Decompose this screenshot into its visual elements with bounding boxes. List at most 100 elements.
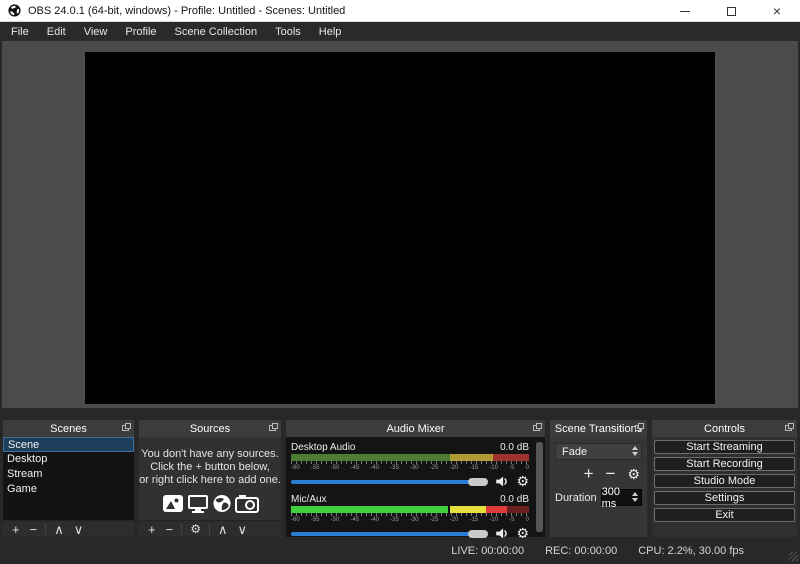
controls-button[interactable]: Start Recording bbox=[654, 457, 795, 471]
scene-up-button[interactable]: ∧ bbox=[49, 523, 69, 536]
duration-label: Duration bbox=[555, 491, 597, 504]
tick-label: -15 bbox=[469, 517, 479, 523]
menu-item[interactable]: View bbox=[75, 22, 117, 41]
scenes-panel: Scenes Scene Desktop Stream Game + − ∧ ∨ bbox=[3, 420, 134, 537]
sources-list-empty[interactable]: You don't have any sources. Click the + … bbox=[139, 437, 281, 520]
scene-transitions-body: Fade + − ⚙ Duration 300 ms bbox=[550, 437, 647, 537]
tick-label: -35 bbox=[390, 517, 399, 523]
volume-meter bbox=[291, 454, 529, 461]
volume-slider[interactable] bbox=[291, 477, 489, 486]
controls-panel-title: Controls bbox=[704, 422, 745, 435]
preview-canvas[interactable] bbox=[85, 52, 715, 404]
tick-label: -10 bbox=[489, 465, 498, 471]
window-title: OBS 24.0.1 (64-bit, windows) - Profile: … bbox=[28, 4, 346, 17]
sources-placeholder-text: You don't have any sources. Click the + … bbox=[139, 448, 281, 486]
sources-toolbar: + − ⚙ ∧ ∨ bbox=[139, 520, 281, 537]
scene-transitions-panel: Scene Transitions Fade + − ⚙ Duration 30… bbox=[550, 420, 647, 537]
window-controls: × bbox=[662, 0, 800, 22]
audio-mixer-body: Desktop Audio 0.0 dB -60 -55 -50 -45 -40 -35-… bbox=[286, 437, 545, 540]
transition-selected-value: Fade bbox=[562, 445, 588, 458]
browser-source-icon bbox=[212, 494, 231, 513]
scene-down-button[interactable]: ∨ bbox=[69, 523, 89, 536]
duration-spinbox[interactable]: 300 ms bbox=[600, 486, 642, 510]
channel-name: Mic/Aux bbox=[291, 493, 327, 505]
controls-panel-header[interactable]: Controls bbox=[652, 420, 797, 437]
tick-label: -60 bbox=[291, 465, 300, 471]
obs-logo-icon bbox=[8, 4, 21, 17]
sources-panel: Sources You don't have any sources. Clic… bbox=[139, 420, 281, 537]
tick-label: -45 bbox=[350, 465, 360, 471]
tick-label: -55 bbox=[310, 465, 320, 471]
controls-button[interactable]: Start Streaming bbox=[654, 440, 795, 454]
scene-item-game[interactable]: Game bbox=[3, 482, 134, 497]
mute-button[interactable] bbox=[495, 474, 510, 489]
source-down-button[interactable]: ∨ bbox=[232, 523, 252, 536]
scene-transitions-panel-header[interactable]: Scene Transitions bbox=[550, 420, 647, 437]
audio-mixer-panel-title: Audio Mixer bbox=[386, 422, 445, 435]
tick-label: -50 bbox=[330, 465, 340, 471]
titlebar: OBS 24.0.1 (64-bit, windows) - Profile: … bbox=[0, 0, 800, 22]
obs-window: OBS 24.0.1 (64-bit, windows) - Profile: … bbox=[0, 0, 800, 564]
minimize-button[interactable] bbox=[662, 0, 708, 22]
mixer-channel-mic-aux: Mic/Aux 0.0 dB -60 -55 -50 -45 -40 -35 -30 -25-… bbox=[291, 493, 529, 541]
remove-transition-button[interactable]: − bbox=[606, 465, 616, 482]
scenes-panel-header[interactable]: Scenes bbox=[3, 420, 134, 437]
mixer-scrollbar-thumb[interactable] bbox=[536, 442, 543, 532]
controls-button[interactable]: Studio Mode bbox=[654, 474, 795, 488]
source-up-button[interactable]: ∧ bbox=[213, 523, 233, 536]
audio-mixer-panel-header[interactable]: Audio Mixer bbox=[286, 420, 545, 437]
add-scene-button[interactable]: + bbox=[7, 523, 25, 536]
controls-button[interactable]: Settings bbox=[654, 491, 795, 505]
tick-label: 0 bbox=[525, 465, 529, 471]
tick-label: -5 bbox=[509, 465, 515, 471]
volume-meter bbox=[291, 506, 529, 513]
rec-time: REC: 00:00:00 bbox=[545, 545, 618, 557]
toolbar-divider bbox=[45, 523, 47, 535]
menu-item[interactable]: Tools bbox=[266, 22, 310, 41]
mixer-scrollbar[interactable] bbox=[536, 442, 543, 532]
maximize-button[interactable] bbox=[708, 0, 754, 22]
close-button[interactable]: × bbox=[754, 0, 800, 22]
preview-area bbox=[2, 41, 798, 408]
source-type-icons bbox=[162, 494, 259, 513]
menu-item[interactable]: Scene Collection bbox=[166, 22, 267, 41]
scene-item-stream[interactable]: Stream bbox=[3, 467, 134, 482]
add-transition-button[interactable]: + bbox=[584, 465, 594, 482]
controls-button[interactable]: Exit bbox=[654, 508, 795, 522]
menu-item[interactable]: Help bbox=[310, 22, 351, 41]
source-properties-button[interactable]: ⚙ bbox=[185, 522, 206, 536]
speaker-icon bbox=[496, 476, 508, 486]
volume-slider[interactable] bbox=[291, 529, 489, 538]
remove-source-button[interactable]: − bbox=[161, 523, 179, 536]
slider-handle[interactable] bbox=[468, 477, 489, 486]
close-icon: × bbox=[772, 3, 782, 19]
menubar: File Edit View Profile Scene Collection Tools… bbox=[0, 22, 800, 41]
channel-settings-button[interactable]: ⚙ bbox=[516, 474, 529, 488]
add-source-button[interactable]: + bbox=[143, 523, 161, 536]
tick-label: -30 bbox=[409, 517, 419, 523]
sources-panel-header[interactable]: Sources bbox=[139, 420, 281, 437]
camera-source-icon bbox=[234, 495, 259, 513]
channel-db-value: 0.0 dB bbox=[500, 441, 529, 453]
scene-item-desktop[interactable]: Desktop bbox=[3, 452, 134, 467]
menu-item[interactable]: Profile bbox=[116, 22, 165, 41]
remove-scene-button[interactable]: − bbox=[25, 523, 43, 536]
transition-properties-button[interactable]: ⚙ bbox=[627, 467, 640, 481]
transition-toolbar: + − ⚙ bbox=[555, 465, 642, 482]
tick-label: -30 bbox=[409, 465, 419, 471]
transition-select[interactable]: Fade bbox=[555, 443, 642, 460]
tick-label: -20 bbox=[449, 465, 459, 471]
duration-spinner-icon[interactable] bbox=[632, 492, 638, 502]
slider-handle[interactable] bbox=[468, 529, 489, 538]
menu-item[interactable]: Edit bbox=[38, 22, 75, 41]
menu-item[interactable]: File bbox=[2, 22, 38, 41]
tick-label: -5 bbox=[509, 517, 515, 523]
dropdown-spinner-icon bbox=[632, 446, 638, 456]
cpu-fps-stats: CPU: 2.2%, 30.00 fps bbox=[638, 545, 744, 557]
toolbar-divider bbox=[208, 523, 210, 535]
display-capture-icon bbox=[187, 495, 208, 513]
popout-icon bbox=[635, 423, 644, 431]
scene-item-scene[interactable]: Scene bbox=[3, 437, 134, 452]
mixer-channel-desktop-audio: Desktop Audio 0.0 dB -60 -55 -50 -45 -40 -35-… bbox=[291, 441, 529, 489]
resize-grip[interactable] bbox=[789, 552, 798, 561]
